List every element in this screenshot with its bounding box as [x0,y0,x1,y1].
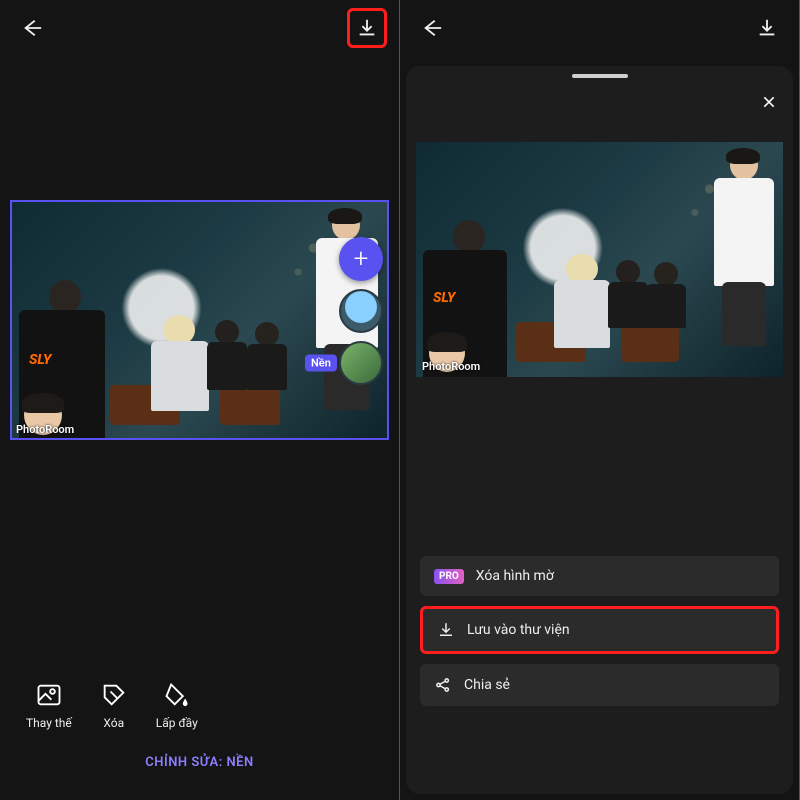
sheet-handle[interactable] [572,74,628,78]
tool-fill[interactable]: Lấp đầy [156,681,198,730]
export-preview: SLY [416,142,783,377]
editing-context-label: CHỈNH SỬA: NỀN [0,755,399,770]
download-icon [756,17,778,39]
menu-share[interactable]: Chia sẻ [420,664,779,706]
layer-thumb-subject[interactable] [339,289,383,333]
export-sheet: SLY [406,66,793,794]
menu-save-to-gallery[interactable]: Lưu vào thư viện [420,606,779,654]
topbar [400,0,799,56]
tool-label: Xóa [103,716,124,730]
layer-thumb-background[interactable]: Nền [339,341,383,385]
download-button[interactable] [347,8,387,48]
selection-frame [10,200,389,440]
image-icon [35,681,63,709]
watermark: PhotoRoom [422,360,480,373]
tool-replace[interactable]: Thay thế [26,681,72,730]
menu-remove-watermark[interactable]: PRO Xóa hình mờ [420,556,779,596]
download-icon [437,621,455,639]
tool-label: Thay thế [26,716,72,730]
download-button[interactable] [747,8,787,48]
topbar [0,0,399,56]
tool-label: Lấp đầy [156,716,198,730]
download-icon [356,17,378,39]
add-layer-button[interactable]: + [339,237,383,281]
export-screen: SLY [400,0,800,800]
close-button[interactable] [755,88,783,116]
back-button[interactable] [12,8,52,48]
menu-label: Xóa hình mờ [476,568,554,584]
fill-icon [163,681,191,709]
erase-icon [100,681,128,709]
layer-controls: + Nền [339,237,383,385]
pro-badge: PRO [434,569,464,584]
editor-screen: SLY [0,0,400,800]
share-icon [434,676,452,694]
layer-tag: Nền [305,355,337,372]
bottom-toolbar: Thay thế Xóa Lấp đầy [0,681,399,730]
canvas[interactable]: SLY [10,200,389,440]
menu-label: Chia sẻ [464,677,510,693]
back-button[interactable] [412,8,452,48]
tool-delete[interactable]: Xóa [100,681,128,730]
export-menu: PRO Xóa hình mờ Lưu vào thư viện Chia sẻ [420,556,779,706]
menu-label: Lưu vào thư viện [467,622,570,638]
